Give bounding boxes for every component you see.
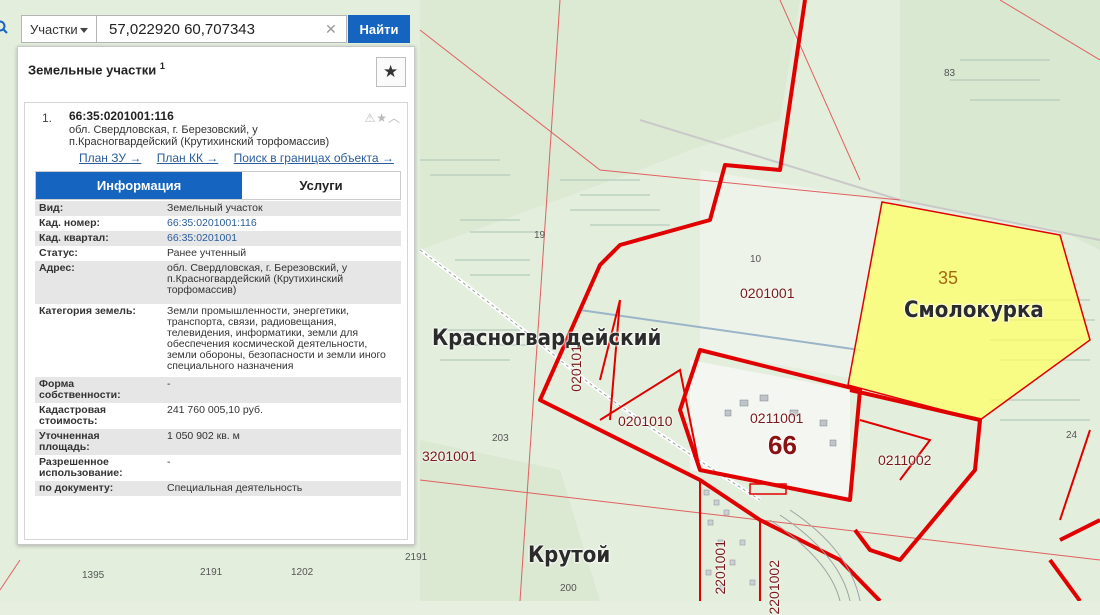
search-type-label: Участки — [30, 22, 78, 37]
property-value: Специальная деятельность — [167, 482, 303, 494]
place-label-krasnogvardeysky: Красногвардейский — [432, 326, 662, 351]
property-key: по документу: — [39, 482, 114, 494]
find-button[interactable]: Найти — [348, 15, 410, 43]
property-key: Вид: — [39, 202, 64, 214]
warning-icon[interactable]: ⚠ — [364, 111, 376, 125]
info-tabs: Информация Услуги — [35, 171, 401, 200]
quarter-label: 0211001 — [750, 410, 804, 426]
star-icon[interactable]: ★ — [376, 111, 388, 125]
property-key: Кадастровая стоимость: — [39, 404, 106, 427]
quarter-label: 0201001 — [740, 285, 795, 301]
clear-icon[interactable]: ✕ — [325, 21, 337, 38]
table-row: Разрешенное использование: - — [35, 455, 401, 481]
plan-kk-link[interactable]: План КК → — [157, 151, 219, 165]
table-row: по документу: Специальная деятельность — [35, 481, 401, 496]
property-key: Форма собственности: — [39, 378, 121, 401]
table-row: Кад. номер: 66:35:0201001:116 — [35, 216, 401, 231]
property-key: Категория земель: — [39, 305, 136, 317]
plan-zu-link[interactable]: План ЗУ → — [79, 151, 141, 165]
quarter-label: 2201002 — [766, 560, 782, 615]
place-label-smolokurka: Смолокурка — [904, 298, 1044, 323]
search-in-bounds-link[interactable]: Поиск в границах объекта → — [234, 151, 394, 165]
parcel-number-small: 83 — [944, 68, 956, 79]
chevron-up-icon[interactable]: ︿ — [388, 111, 401, 125]
panel-title: Земельные участки 1 — [28, 61, 165, 77]
quarter-label: 020101 — [568, 345, 584, 392]
property-value: 241 760 005,10 руб. — [167, 404, 263, 416]
property-key: Кад. квартал: — [39, 232, 109, 244]
parcel-number-small: 19 — [534, 230, 546, 241]
parcel-number-small: 1395 — [82, 570, 105, 581]
table-row: Уточненная площадь: 1 050 902 кв. м — [35, 429, 401, 455]
parcel-number-small: 203 — [492, 433, 509, 444]
parcel-number-small: 24 — [1066, 430, 1078, 441]
property-key: Уточненная площадь: — [39, 430, 100, 453]
star-icon: ★ — [383, 62, 399, 81]
table-row: Кад. квартал: 66:35:0201001 — [35, 231, 401, 246]
parcel-number-small: 200 — [560, 583, 577, 594]
property-value-link[interactable]: 66:35:0201001:116 — [141, 216, 401, 231]
panel-title-text: Земельные участки — [28, 62, 157, 78]
quarter-label: 0211002 — [878, 452, 932, 468]
property-value: обл. Свердловская, г. Березовский, у п.К… — [167, 262, 348, 296]
property-value: - — [167, 378, 171, 390]
property-value: Земельный участок — [167, 202, 263, 214]
property-value: 1 050 902 кв. м — [167, 430, 240, 442]
chevron-down-icon — [80, 28, 88, 33]
result-card: 1. 66:35:0201001:116 обл. Свердловская, … — [24, 102, 408, 540]
table-row: Кадастровая стоимость: 241 760 005,10 ру… — [35, 403, 401, 429]
property-value: - — [167, 456, 171, 468]
parcel-number-small: 2191 — [405, 552, 428, 563]
quarter-label: 0201010 — [618, 413, 673, 429]
parcel-number-label: 35 — [938, 268, 959, 288]
property-key: Разрешенное использование: — [39, 456, 123, 479]
parcel-number-small: 10 — [750, 254, 762, 265]
search-icon[interactable] — [0, 20, 8, 34]
table-row: Статус: Ранее учтенный — [35, 246, 401, 261]
property-value: Земли промышленности, энергетики, трансп… — [167, 305, 386, 372]
search-type-select[interactable]: Участки — [21, 15, 97, 43]
result-count: 1 — [159, 61, 165, 71]
property-value: Ранее учтенный — [167, 247, 247, 259]
region-number-label: 66 — [768, 430, 797, 460]
property-value-link[interactable]: 66:35:0201001 — [141, 231, 401, 246]
table-row: Вид: Земельный участок — [35, 201, 401, 216]
cadastral-number: 66:35:0201001:116 — [69, 109, 174, 123]
property-table: Вид: Земельный участок Кад. номер: 66:35… — [35, 201, 401, 496]
result-address: обл. Свердловская, г. Березовский, у п.К… — [69, 124, 330, 148]
results-panel: Земельные участки 1 ★ 1. 66:35:0201001:1… — [17, 46, 415, 545]
result-tools: ⚠★︿ — [364, 109, 401, 126]
property-key: Статус: — [39, 247, 78, 259]
search-input[interactable] — [97, 15, 347, 43]
table-row: Категория земель: Земли промышленности, … — [35, 304, 401, 377]
parcel-number-small: 1202 — [291, 567, 314, 578]
result-index: 1. — [42, 111, 53, 125]
parcel-number-small: 2191 — [200, 567, 223, 578]
place-label-krutoy: Крутой — [528, 543, 611, 568]
search-bar: Участки ✕ Найти — [0, 14, 413, 46]
tab-information[interactable]: Информация — [36, 172, 242, 199]
quarter-label: 2201001 — [712, 540, 728, 595]
favorites-button[interactable]: ★ — [376, 57, 406, 87]
tab-services[interactable]: Услуги — [242, 172, 400, 199]
result-links: План ЗУ → План КК → Поиск в границах объ… — [79, 151, 406, 165]
table-row: Адрес: обл. Свердловская, г. Березовский… — [35, 261, 401, 304]
table-row: Форма собственности: - — [35, 377, 401, 403]
quarter-label: 3201001 — [422, 448, 477, 464]
property-key: Адрес: — [39, 262, 75, 274]
property-key: Кад. номер: — [39, 217, 101, 229]
